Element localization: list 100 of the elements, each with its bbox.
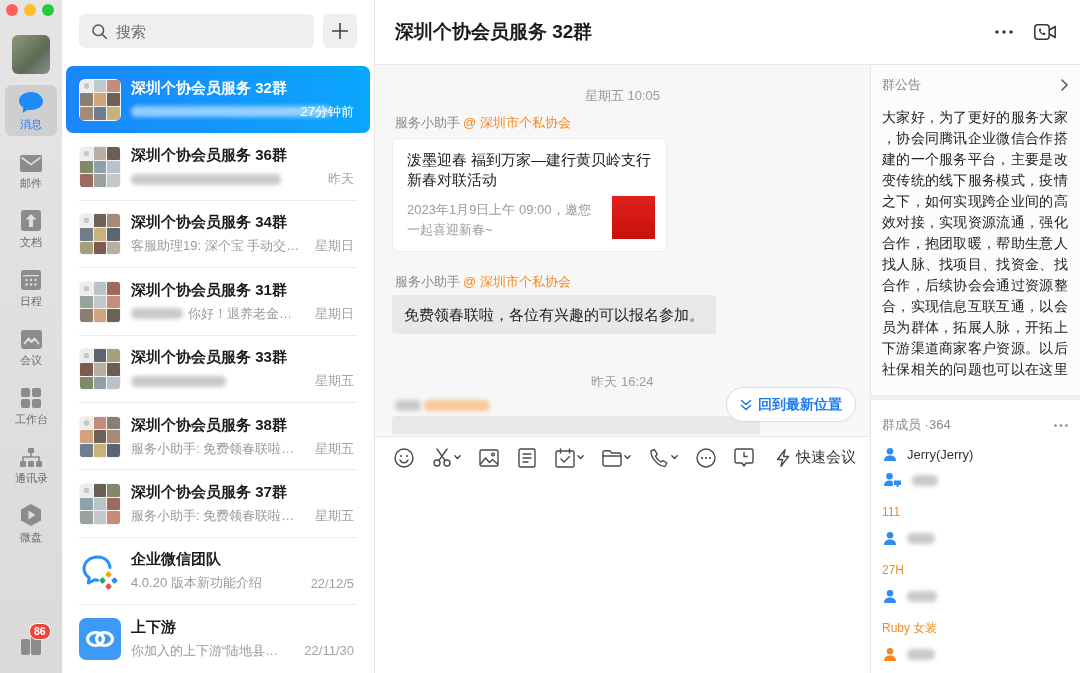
caret-icon[interactable] [671, 455, 678, 460]
sender-organization: @ 深圳市个私协会 [463, 114, 571, 132]
profile-photo-placeholder[interactable] [12, 35, 50, 74]
smiley-icon[interactable] [394, 447, 414, 468]
conversation-name: 深圳个协会员服务 31群 [131, 279, 288, 300]
blurred-text [907, 590, 937, 602]
message-time: 昨天 16:24 [590, 373, 655, 391]
envelope-icon [20, 155, 42, 172]
group-avatar-drawing [79, 280, 121, 323]
conversation-item[interactable]: 深圳个协会员服务 31群 你好！退养老金… 星期日 [66, 268, 370, 336]
conversation-name: 上下游 [131, 616, 177, 637]
group-avatar-drawing [79, 146, 121, 189]
conversation-name: 深圳个协会员服务 37群 [131, 482, 288, 503]
message-clock-icon[interactable] [734, 447, 754, 468]
nav-tab[interactable]: 日程 [5, 262, 57, 313]
nav-tab[interactable]: 通讯录 [5, 439, 57, 490]
member-remark: Ruby 女装 [882, 620, 939, 637]
phone-icon[interactable] [649, 447, 669, 468]
search-icon [92, 24, 107, 39]
chat-title: 深圳个协会员服务 32群 [395, 20, 593, 44]
message-preview: 服务小助手: 免费领春联啦… [131, 507, 295, 526]
conversation-name: 深圳个协会员服务 36群 [131, 145, 288, 166]
member-remark: 27H [882, 562, 905, 579]
plus-icon [332, 23, 348, 39]
timestamp: 星期五 [315, 507, 354, 526]
blurred-text [424, 400, 490, 411]
group-avatar-drawing [79, 213, 121, 256]
search-field[interactable]: 搜索 [79, 14, 314, 48]
hexagon-play-icon [21, 504, 41, 526]
blurred-text [907, 532, 935, 544]
task-check-icon[interactable] [555, 447, 575, 468]
message-preview: 客服助理19: 深个宝 手动交… [131, 237, 300, 256]
blurred-text [907, 648, 935, 660]
timestamp: 27分钟前 [300, 102, 354, 121]
conversation-name: 深圳个协会员服务 34群 [131, 212, 288, 233]
unread-badge: 86 [29, 623, 51, 640]
image-icon[interactable] [479, 447, 499, 468]
timestamp: 22/12/5 [310, 575, 354, 591]
jump-to-latest-button[interactable]: 回到最新位置 [726, 387, 856, 422]
card-title: 泼墨迎春 福到万家—建行黄贝岭支行新春对联活动 [407, 150, 653, 190]
message-preview: 你加入的上下游“陆地县… [131, 641, 279, 660]
org-chart-icon [20, 448, 42, 467]
quick-meeting-button[interactable]: 快速会议 [776, 448, 856, 467]
calendar-icon [21, 270, 41, 290]
lightning-icon [776, 448, 790, 467]
conversation-name: 企业微信团队 [131, 549, 222, 570]
conversation-item[interactable]: 企业微信团队 4.0.20 版本新功能介绍 22/12/5 [66, 537, 370, 606]
section-title: 群成员 ·364 [882, 416, 951, 434]
sender-name: 服务小助手 [395, 114, 460, 132]
group-avatar-drawing [79, 78, 121, 121]
conversation-name: 深圳个协会员服务 33群 [131, 347, 288, 368]
sender-organization: @ 深圳市个私协会 [463, 273, 571, 291]
grid-icon [21, 388, 41, 408]
message-preview: 4.0.20 版本新功能介绍 [131, 574, 262, 593]
conversation-item[interactable]: 深圳个协会员服务 37群 服务小助手: 免费领春联啦… 星期五 [66, 470, 370, 538]
timestamp: 星期日 [315, 304, 354, 323]
nav-tab[interactable]: 会议 [5, 321, 57, 372]
conversation-item[interactable]: 上下游 你加入的上下游“陆地县… 22/11/30 [66, 605, 370, 673]
blurred-text [912, 474, 938, 486]
conversation-item[interactable]: 深圳个协会员服务 38群 服务小助手: 免费领春联啦… 星期五 [66, 402, 370, 471]
more-icon[interactable] [995, 30, 1013, 34]
timestamp: 昨天 [328, 170, 354, 189]
caret-icon[interactable] [624, 455, 631, 460]
folder-icon[interactable] [602, 447, 622, 468]
blurred-text [395, 400, 421, 411]
timestamp: 22/11/30 [304, 643, 354, 659]
conversation-item[interactable]: 深圳个协会员服务 34群 客服助理19: 深个宝 手动交… 星期日 [66, 200, 370, 269]
scissors-icon[interactable] [432, 447, 452, 468]
group-avatar-drawing [79, 348, 121, 391]
announcement-text: 大家好，为了更好的服务大家，协会同腾讯企业微信合作搭建的一个服务平台，主要是改变传统的线下服务模式，疫情之下，如何实现跨企业间的高效对接，实现资源流通，强化合作，抱团取暖，帮助生意人找人脉、找项目、找资金、找合作，后续协会会通过资源整合，实现信息互联互通，以会员为群体，拓展人脉，开拓上下游渠道商家客户资源。以后社保相关的问题也可以在这里 [882, 108, 1069, 379]
timestamp: 星期五 [315, 439, 354, 458]
member-name: Jerry(Jerry) [907, 446, 974, 462]
conversation-name: 深圳个协会员服务 32群 [131, 77, 288, 98]
nav-tab[interactable]: 文档 [5, 203, 57, 254]
timestamp: 星期五 [315, 372, 354, 391]
timestamp: 星期日 [315, 237, 354, 256]
message-time: 星期五 10:05 [583, 87, 662, 105]
more-circle-icon[interactable] [696, 447, 716, 468]
caret-icon[interactable] [577, 455, 584, 460]
video-camera-icon[interactable] [1034, 24, 1056, 40]
section-title: 群公告 [882, 76, 921, 94]
conversation-item[interactable]: 深圳个协会员服务 33群 星期五 [66, 335, 370, 403]
conversation-name: 深圳个协会员服务 38群 [131, 414, 288, 435]
chat-bubble-icon [19, 92, 43, 113]
double-chevron-down-icon [740, 398, 752, 411]
sender-name: 服务小助手 [395, 273, 460, 291]
add-button[interactable] [323, 14, 357, 48]
message-preview: 服务小助手: 免费领春联啦… [131, 439, 295, 458]
nav-tab[interactable]: 微盘 [5, 498, 57, 549]
caret-icon[interactable] [454, 455, 461, 460]
photo-placeholder [612, 196, 655, 239]
nav-tab[interactable]: 邮件 [5, 144, 57, 195]
zigzag-tile-icon [20, 330, 42, 349]
member-remark: 111 [882, 504, 902, 521]
conversation-item[interactable]: 深圳个协会员服务 36群 昨天 [66, 133, 370, 201]
group-avatar-drawing [79, 415, 121, 458]
document-icon[interactable] [517, 447, 537, 468]
nav-tab[interactable]: 工作台 [5, 380, 57, 431]
chevron-right-icon[interactable] [1061, 79, 1068, 91]
chain-link-icon [79, 617, 121, 660]
